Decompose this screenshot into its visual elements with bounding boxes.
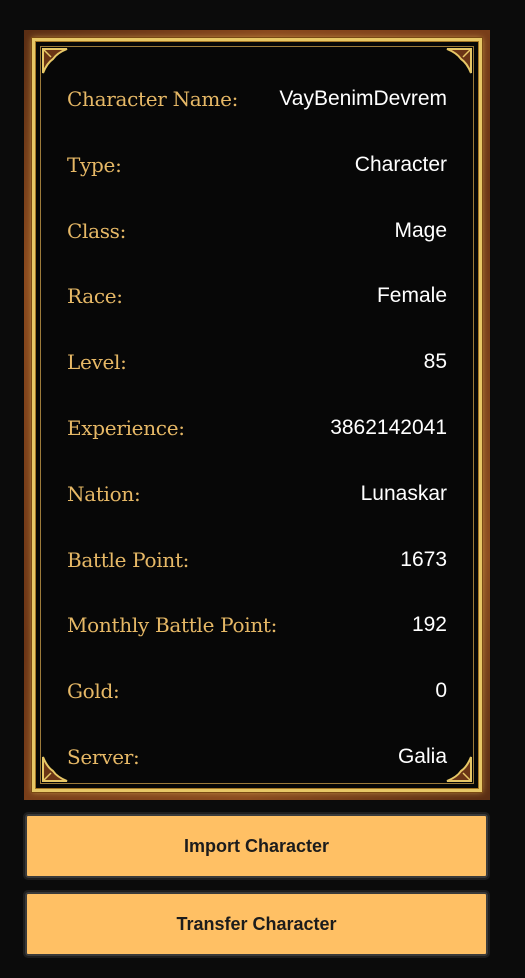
corner-ornament-icon [41,47,75,81]
detail-value: Character [354,152,447,176]
detail-label: Type: [67,152,122,177]
detail-label: Nation: [67,481,141,506]
detail-label: Gold: [67,679,120,704]
detail-label: Level: [67,350,127,375]
card-inner-panel: Character Name: VayBenimDevrem Type: Cha… [32,38,482,792]
detail-label: Server: [67,744,140,769]
detail-row-monthly-battle-point: Monthly Battle Point: 192 [67,607,447,673]
detail-row-nation: Nation: Lunaskar [67,476,447,542]
detail-value: 1673 [400,547,447,571]
detail-row-level: Level: 85 [67,344,447,410]
detail-row-experience: Experience: 3862142041 [67,410,447,476]
detail-row-class: Class: Mage [67,213,447,279]
detail-label: Battle Point: [67,547,190,572]
detail-value: Lunaskar [360,481,447,505]
detail-value: Mage [394,218,447,242]
detail-row-type: Type: Character [67,147,447,213]
detail-row-character-name: Character Name: VayBenimDevrem [67,81,447,147]
detail-label: Experience: [67,415,185,440]
detail-value: Female [376,284,447,308]
character-card: Character Name: VayBenimDevrem Type: Cha… [24,30,490,800]
character-details: Character Name: VayBenimDevrem Type: Cha… [67,81,447,805]
detail-label: Class: [67,218,127,243]
detail-value: 0 [435,679,447,703]
detail-label: Character Name: [67,87,239,111]
detail-row-battle-point: Battle Point: 1673 [67,542,447,608]
corner-ornament-icon [439,47,473,81]
detail-value: 3862142041 [330,415,447,439]
import-character-button[interactable]: Import Character [23,812,490,880]
detail-label: Race: [67,284,123,309]
detail-row-server: Server: Galia [67,739,447,805]
detail-row-gold: Gold: 0 [67,673,447,739]
detail-value: VayBenimDevrem [279,87,447,110]
detail-value: Galia [397,744,447,768]
detail-value: 85 [423,350,447,374]
transfer-character-button[interactable]: Transfer Character [23,890,490,958]
detail-row-race: Race: Female [67,278,447,344]
detail-label: Monthly Battle Point: [67,613,278,638]
detail-value: 192 [411,613,447,637]
